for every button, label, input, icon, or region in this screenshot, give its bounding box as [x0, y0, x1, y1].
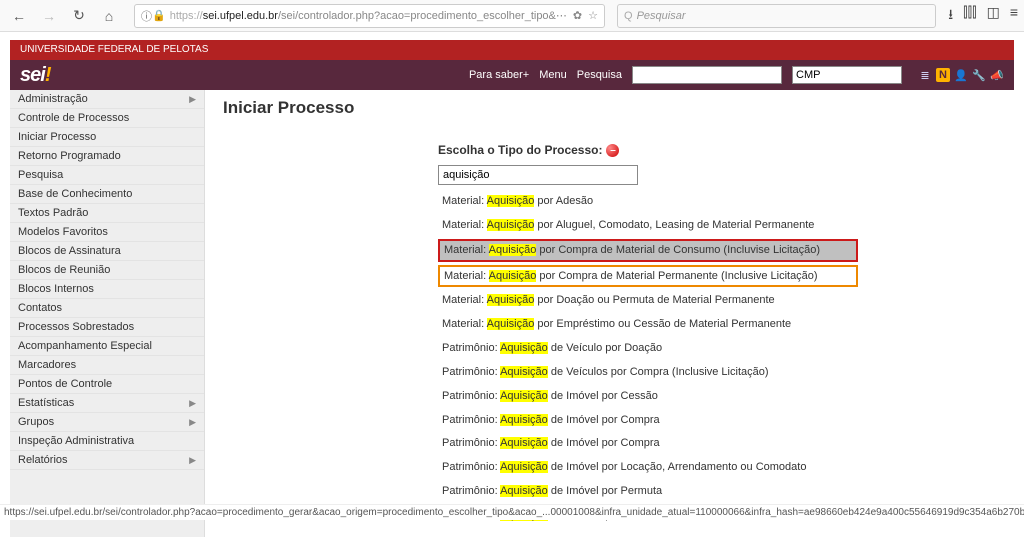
search-icon: Q	[624, 10, 633, 22]
sidebar-item-8[interactable]: Blocos de Assinatura	[10, 242, 204, 261]
app-header: sei! Para saber+ Menu Pesquisa ≣ N 👤 🔧 📣	[10, 60, 1014, 90]
browser-search[interactable]: Q Pesquisar	[617, 4, 936, 28]
sidebar-item-16[interactable]: Estatísticas ▶	[10, 394, 204, 413]
link-menu[interactable]: Menu	[539, 69, 567, 81]
library-icon[interactable]: ⫿⫿⫿	[963, 4, 976, 28]
sidebar-item-9[interactable]: Blocos de Reunião	[10, 261, 204, 280]
header-search-input[interactable]	[632, 66, 782, 84]
sidebar-item-10[interactable]: Blocos Internos	[10, 280, 204, 299]
sidebar-item-label: Acompanhamento Especial	[18, 340, 152, 352]
sidebar-item-label: Relatórios	[18, 454, 68, 466]
list-icon[interactable]: ≣	[918, 68, 932, 82]
sidebar-icon[interactable]: ◫	[987, 4, 1000, 28]
process-type-item[interactable]: Patrimônio: Aquisição de Veículos por Co…	[438, 362, 858, 383]
sidebar-item-label: Administração	[18, 93, 88, 105]
sidebar-item-label: Grupos	[18, 416, 54, 428]
sidebar-item-15[interactable]: Pontos de Controle	[10, 375, 204, 394]
page-title: Iniciar Processo	[223, 98, 996, 118]
link-pesquisa[interactable]: Pesquisa	[577, 69, 622, 81]
sidebar-item-label: Blocos Internos	[18, 283, 94, 295]
chevron-right-icon: ▶	[189, 455, 196, 466]
sidebar-item-5[interactable]: Base de Conhecimento	[10, 185, 204, 204]
sidebar-item-2[interactable]: Iniciar Processo	[10, 128, 204, 147]
user-icon[interactable]: 👤	[954, 68, 968, 82]
sidebar-item-label: Modelos Favoritos	[18, 226, 108, 238]
sidebar-item-label: Base de Conhecimento	[18, 188, 132, 200]
sidebar-item-label: Blocos de Reunião	[18, 264, 110, 276]
sidebar-item-label: Iniciar Processo	[18, 131, 96, 143]
downloads-icon[interactable]: ⭳	[948, 4, 953, 28]
process-type-item[interactable]: Material: Aquisição por Compra de Materi…	[438, 265, 858, 288]
chevron-right-icon: ▶	[189, 94, 196, 105]
sidebar-item-label: Textos Padrão	[18, 207, 88, 219]
process-type-item[interactable]: Material: Aquisição por Empréstimo ou Ce…	[438, 314, 858, 335]
sidebar-item-label: Inspeção Administrativa	[18, 435, 134, 447]
sidebar-item-13[interactable]: Acompanhamento Especial	[10, 337, 204, 356]
sidebar-item-label: Marcadores	[18, 359, 76, 371]
process-type-item[interactable]: Patrimônio: Aquisição de Imóvel por Cess…	[438, 386, 858, 407]
browser-toolbar: ← → ↻ ⌂ ⓘ 🔒 https://sei.ufpel.edu.br/sei…	[0, 0, 1024, 32]
sidebar-item-label: Processos Sobrestados	[18, 321, 134, 333]
process-type-item[interactable]: Material: Aquisição por Adesão	[438, 191, 858, 212]
sidebar-item-14[interactable]: Marcadores	[10, 356, 204, 375]
url-bar[interactable]: ⓘ 🔒 https://sei.ufpel.edu.br/sei/control…	[134, 4, 605, 28]
sidebar-item-0[interactable]: Administração ▶	[10, 90, 204, 109]
sidebar-item-1[interactable]: Controle de Processos	[10, 109, 204, 128]
forward-button[interactable]: →	[36, 3, 62, 29]
sidebar: Administração ▶ Controle de Processos Inici…	[10, 90, 205, 537]
menu-icon[interactable]: ≡	[1010, 4, 1018, 28]
sidebar-item-label: Blocos de Assinatura	[18, 245, 121, 257]
content: Iniciar Processo Escolha o Tipo do Proce…	[205, 90, 1014, 537]
org-strip: UNIVERSIDADE FEDERAL DE PELOTAS	[10, 40, 1014, 60]
back-button[interactable]: ←	[6, 3, 32, 29]
lock-icon: 🔒	[152, 9, 166, 22]
chevron-right-icon: ▶	[189, 398, 196, 409]
process-type-item[interactable]: Material: Aquisição por Doação ou Permut…	[438, 290, 858, 311]
more-icon[interactable]: ⋯	[556, 9, 567, 22]
home-button[interactable]: ⌂	[96, 3, 122, 29]
sidebar-item-7[interactable]: Modelos Favoritos	[10, 223, 204, 242]
sidebar-item-6[interactable]: Textos Padrão	[10, 204, 204, 223]
choose-label: Escolha o Tipo do Processo: –	[438, 143, 996, 157]
logo: sei!	[20, 64, 50, 87]
sidebar-item-label: Retorno Programado	[18, 150, 121, 162]
search-placeholder: Pesquisar	[637, 10, 686, 22]
sidebar-item-label: Controle de Processos	[18, 112, 129, 124]
process-type-item[interactable]: Patrimônio: Aquisição de Imóvel por Loca…	[438, 457, 858, 478]
sidebar-item-11[interactable]: Contatos	[10, 299, 204, 318]
sidebar-item-19[interactable]: Relatórios ▶	[10, 451, 204, 470]
reload-button[interactable]: ↻	[66, 3, 92, 29]
sidebar-item-label: Contatos	[18, 302, 62, 314]
sidebar-item-label: Pontos de Controle	[18, 378, 112, 390]
sidebar-item-label: Pesquisa	[18, 169, 63, 181]
url-text: https://sei.ufpel.edu.br/sei/controlador…	[170, 10, 556, 22]
sidebar-item-18[interactable]: Inspeção Administrativa	[10, 432, 204, 451]
process-type-item[interactable]: Material: Aquisição por Aluguel, Comodat…	[438, 215, 858, 236]
process-type-item[interactable]: Patrimônio: Aquisição de Imóvel por Comp…	[438, 410, 858, 431]
collapse-icon[interactable]: –	[606, 144, 619, 157]
novelty-icon[interactable]: N	[936, 68, 950, 82]
process-type-item[interactable]: Patrimônio: Aquisição de Veículo por Doa…	[438, 338, 858, 359]
sidebar-item-12[interactable]: Processos Sobrestados	[10, 318, 204, 337]
filter-input[interactable]	[438, 165, 638, 185]
reader-icon[interactable]: ✿	[573, 9, 582, 22]
link-parasaber[interactable]: Para saber+	[469, 69, 529, 81]
process-type-item[interactable]: Material: Aquisição por Compra de Materi…	[438, 239, 858, 262]
info-icon[interactable]: ⓘ	[141, 8, 152, 24]
process-type-item[interactable]: Patrimônio: Aquisição de Imóvel por Comp…	[438, 433, 858, 454]
sidebar-item-4[interactable]: Pesquisa	[10, 166, 204, 185]
type-list: Material: Aquisição por Adesão Material: …	[438, 191, 996, 526]
config-icon[interactable]: 🔧	[972, 68, 986, 82]
unit-select[interactable]	[792, 66, 902, 84]
bookmark-icon[interactable]: ☆	[588, 9, 598, 22]
sidebar-item-17[interactable]: Grupos ▶	[10, 413, 204, 432]
chevron-right-icon: ▶	[189, 417, 196, 428]
sidebar-item-label: Estatísticas	[18, 397, 74, 409]
process-type-item[interactable]: Patrimônio: Aquisição de Imóvel por Perm…	[438, 481, 858, 502]
status-bar: https://sei.ufpel.edu.br/sei/controlador…	[0, 504, 1024, 520]
exit-icon[interactable]: 📣	[990, 68, 1004, 82]
sidebar-item-3[interactable]: Retorno Programado	[10, 147, 204, 166]
